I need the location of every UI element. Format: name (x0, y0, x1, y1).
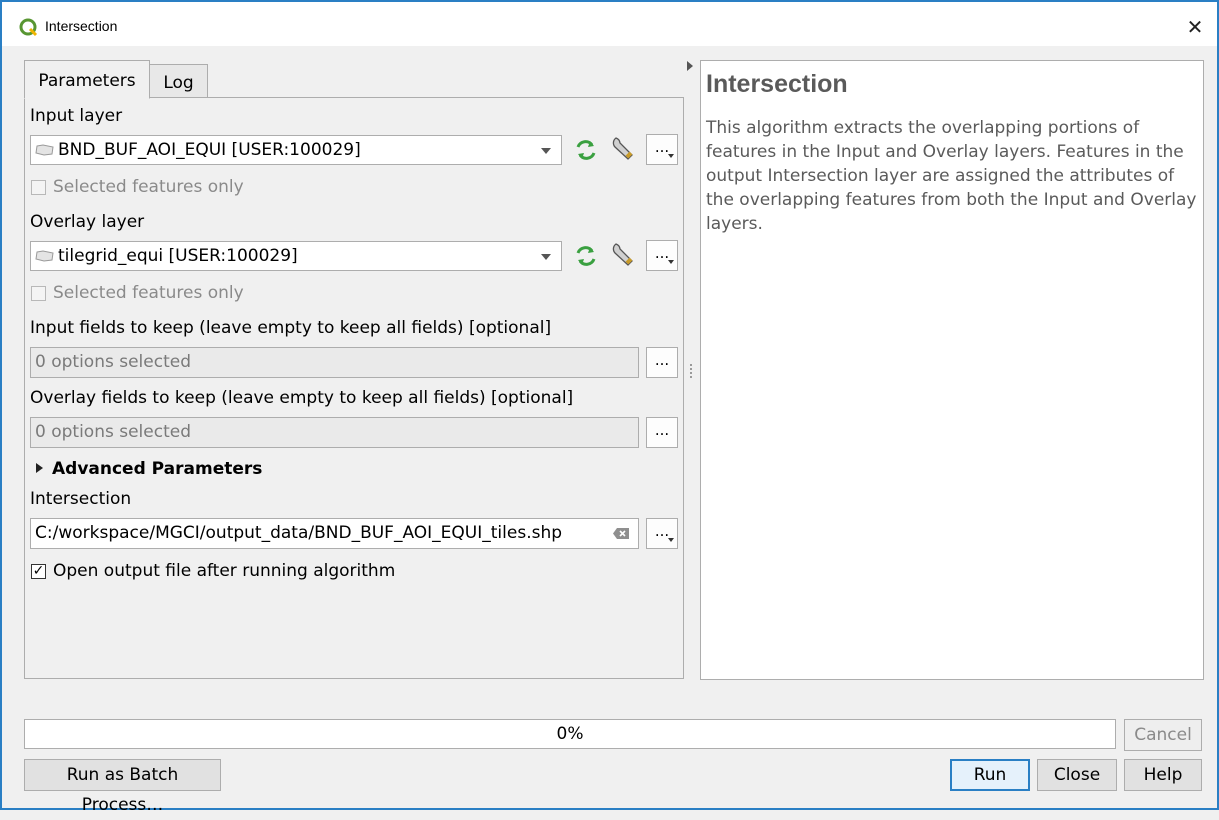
qgis-logo-icon (19, 18, 38, 37)
input-layer-combo[interactable]: BND_BUF_AOI_EQUI [USER:100029] (30, 135, 562, 165)
input-fields-more-button[interactable]: ... (646, 347, 678, 378)
overlay-layer-label: Overlay layer (30, 212, 145, 232)
close-window-button[interactable]: ✕ (1180, 12, 1210, 42)
input-fields-field[interactable]: 0 options selected (30, 347, 639, 378)
chevron-down-icon (541, 254, 551, 260)
input-selected-only-checkbox[interactable] (31, 180, 46, 195)
help-button[interactable]: Help (1124, 759, 1202, 791)
overlay-layer-combo[interactable]: tilegrid_equi [USER:100029] (30, 241, 562, 271)
output-file-field[interactable]: C:/workspace/MGCI/output_data/BND_BUF_AO… (30, 518, 639, 549)
dropdown-arrow-icon (668, 538, 674, 542)
wrench-icon[interactable] (610, 241, 636, 267)
dots-text: ... (654, 522, 670, 540)
input-layer-label: Input layer (30, 106, 123, 126)
close-button[interactable]: Close (1037, 759, 1117, 791)
wrench-icon[interactable] (610, 135, 636, 161)
input-fields-label: Input fields to keep (leave empty to kee… (30, 318, 552, 338)
progress-bar: 0% (24, 719, 1116, 749)
help-description: This algorithm extracts the overlapping … (706, 118, 1197, 234)
chevron-right-icon[interactable] (36, 463, 43, 473)
progress-text: 0% (556, 724, 584, 744)
open-output-label: Open output file after running algorithm (53, 561, 396, 581)
open-output-checkbox[interactable]: ✓ (31, 564, 46, 579)
output-file-value: C:/workspace/MGCI/output_data/BND_BUF_AO… (35, 523, 563, 543)
help-panel: Intersection This algorithm extracts the… (700, 60, 1204, 680)
tab-log[interactable]: Log (149, 64, 208, 98)
dots-text: ... (654, 244, 670, 262)
splitter-handle[interactable] (690, 364, 694, 378)
overlay-fields-field[interactable]: 0 options selected (30, 417, 639, 448)
dropdown-arrow-icon (668, 154, 674, 158)
overlay-layer-more-button[interactable]: ... (646, 240, 678, 271)
run-button[interactable]: Run (950, 759, 1030, 791)
overlay-fields-label: Overlay fields to keep (leave empty to k… (30, 388, 574, 408)
overlay-selected-only-label: Selected features only (53, 283, 244, 303)
advanced-parameters-toggle[interactable]: Advanced Parameters (52, 459, 262, 479)
input-selected-only-label: Selected features only (53, 177, 244, 197)
parameters-panel: Input layer BND_BUF_AOI_EQUI [USER:10002… (24, 97, 684, 679)
dots-text: ... (654, 138, 670, 156)
polygon-layer-icon (35, 144, 54, 156)
dialog-window: Intersection ✕ Parameters Log Input laye… (0, 0, 1219, 815)
tab-parameters[interactable]: Parameters (24, 60, 150, 99)
batch-process-button[interactable]: Run as Batch Process… (24, 759, 221, 815)
title-bar: Intersection ✕ (2, 2, 1217, 46)
help-title: Intersection (706, 70, 848, 98)
clear-icon[interactable] (612, 527, 630, 540)
input-layer-value: BND_BUF_AOI_EQUI [USER:100029] (58, 140, 361, 160)
chevron-down-icon (541, 148, 551, 154)
iterate-icon[interactable] (573, 137, 599, 163)
input-layer-more-button[interactable]: ... (646, 134, 678, 165)
window-title: Intersection (45, 18, 118, 34)
overlay-selected-only-checkbox[interactable] (31, 286, 46, 301)
overlay-fields-more-button[interactable]: ... (646, 417, 678, 448)
polygon-layer-icon (35, 250, 54, 262)
overlay-layer-value: tilegrid_equi [USER:100029] (58, 246, 298, 266)
collapse-help-icon[interactable] (687, 61, 693, 71)
cancel-button[interactable]: Cancel (1124, 719, 1202, 751)
dropdown-arrow-icon (668, 260, 674, 264)
output-file-more-button[interactable]: ... (646, 518, 678, 549)
iterate-icon[interactable] (573, 243, 599, 269)
output-label: Intersection (30, 489, 132, 509)
